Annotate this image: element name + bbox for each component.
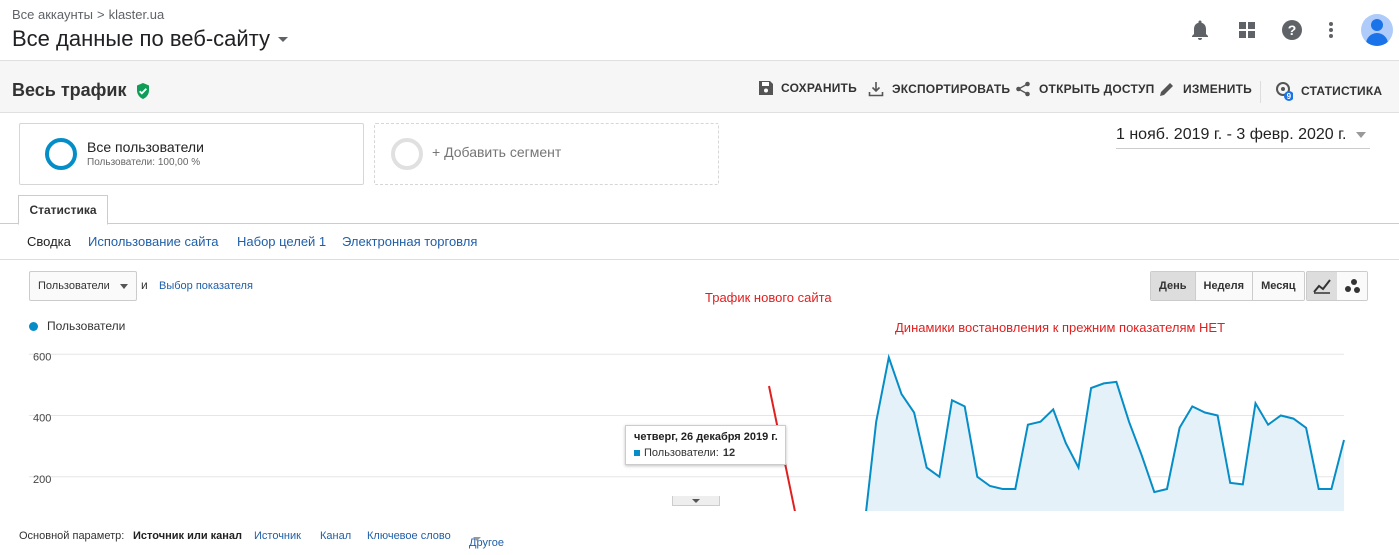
period-month-button[interactable]: Месяц	[1253, 272, 1304, 300]
report-header: Весь трафик СОХРАНИТЬ ЭКСПОРТИРОВАТЬ ОТК…	[0, 61, 1399, 113]
segment-circle-icon	[45, 138, 77, 170]
tooltip-swatch	[634, 450, 640, 456]
avatar	[1361, 14, 1393, 46]
metric-select[interactable]: Пользователи	[29, 271, 137, 301]
y-tick-label: 600	[33, 351, 51, 363]
svg-text:?: ?	[1288, 22, 1297, 38]
chart-tooltip: четверг, 26 декабря 2019 г. Пользователи…	[625, 425, 786, 465]
edit-label: ИЗМЕНИТЬ	[1183, 82, 1252, 96]
save-label: СОХРАНИТЬ	[781, 81, 857, 95]
period-switch: День Неделя Месяц	[1150, 271, 1305, 301]
share-button[interactable]: ОТКРЫТЬ ДОСТУП	[1015, 81, 1155, 97]
chart-toolbar: Пользователи и Выбор показателя День Нед…	[0, 268, 1399, 304]
breadcrumb-separator: >	[96, 7, 105, 22]
breadcrumb-property[interactable]: klaster.ua	[109, 7, 165, 22]
dimension-keyword[interactable]: Ключевое слово	[367, 530, 451, 542]
subnav-site-usage[interactable]: Использование сайта	[88, 234, 219, 249]
tooltip-value: 12	[722, 447, 736, 459]
insights-label: СТАТИСТИКА	[1301, 84, 1383, 98]
share-icon	[1016, 81, 1030, 97]
actions-divider	[1260, 81, 1261, 103]
chart-type-switch	[1306, 271, 1368, 301]
breadcrumb-accounts[interactable]: Все аккаунты	[12, 7, 93, 22]
report-tabs: Статистика	[0, 195, 1399, 225]
annotation-no-recovery: Динамики востановления к прежним показат…	[895, 320, 1226, 335]
tab-overview[interactable]: Статистика	[18, 195, 108, 225]
tooltip-value-row: Пользователи: 12	[634, 447, 735, 459]
legend-swatch	[29, 321, 38, 331]
and-label: и	[141, 278, 148, 292]
more-vert-icon[interactable]	[1313, 12, 1349, 48]
top-bar: Все аккаунты > klaster.ua Все данные по ве…	[0, 0, 1399, 61]
date-range-label: 1 нояб. 2019 г. - 3 февр. 2020 г.	[1116, 126, 1347, 143]
pick-metric-link[interactable]: Выбор показателя	[159, 280, 253, 292]
edit-button[interactable]: ИЗМЕНИТЬ	[1159, 81, 1252, 97]
apps-grid-icon[interactable]	[1229, 12, 1265, 48]
subnav-ecommerce[interactable]: Электронная торговля	[342, 234, 477, 249]
primary-dimension-label: Основной параметр:	[19, 530, 125, 542]
y-tick-label: 200	[33, 474, 51, 486]
view-title: Все данные по веб-сайту	[12, 26, 271, 51]
insights-icon: 9	[1276, 82, 1293, 101]
segment-all-users[interactable]: Все пользователи Пользователи: 100,00 %	[19, 123, 364, 185]
dimension-source-medium: Источник или канал	[133, 530, 243, 542]
segment-placeholder-icon	[391, 138, 423, 170]
view-selector[interactable]: Все данные по веб-сайту	[12, 26, 289, 52]
chevron-down-icon	[1356, 132, 1367, 138]
tooltip-date: четверг, 26 декабря 2019 г.	[634, 431, 778, 443]
users-line-chart[interactable]: 200400600декабрь 2019 г.январь 2020 г.фе…	[0, 331, 1399, 511]
period-week-button[interactable]: Неделя	[1195, 272, 1254, 300]
export-icon	[868, 82, 884, 97]
main-area: Весь трафик СОХРАНИТЬ ЭКСПОРТИРОВАТЬ ОТК…	[0, 61, 1399, 555]
dimension-source[interactable]: Источник	[254, 530, 301, 542]
account-avatar[interactable]	[1359, 12, 1395, 48]
chevron-down-icon	[278, 36, 289, 42]
chart-expand-handle[interactable]	[672, 496, 720, 506]
bubble-chart-icon	[1345, 279, 1360, 293]
period-day-button[interactable]: День	[1151, 272, 1196, 300]
chevron-down-icon	[692, 498, 700, 503]
share-label: ОТКРЫТЬ ДОСТУП	[1039, 82, 1155, 96]
save-button[interactable]: СОХРАНИТЬ	[759, 81, 857, 95]
insights-badge: 9	[1287, 92, 1292, 101]
add-segment-button[interactable]: + Добавить сегмент	[374, 123, 719, 185]
pencil-icon	[1160, 83, 1173, 96]
chevron-down-icon	[473, 537, 481, 541]
bell-icon[interactable]	[1182, 12, 1218, 48]
y-tick-label: 400	[33, 413, 51, 425]
export-button[interactable]: ЭКСПОРТИРОВАТЬ	[868, 81, 1010, 97]
segment-name: Все пользователи	[87, 139, 204, 155]
breadcrumb[interactable]: Все аккаунты > klaster.ua	[12, 7, 164, 22]
report-actions: СОХРАНИТЬ ЭКСПОРТИРОВАТЬ ОТКРЫТЬ ДОСТУП …	[0, 81, 1399, 105]
motion-chart-button[interactable]	[1337, 272, 1367, 300]
subnav-goal-set[interactable]: Набор целей 1	[237, 234, 326, 249]
primary-dimension-bar: Основной параметр: Источник или канал Ис…	[0, 523, 1399, 549]
subnav-summary[interactable]: Сводка	[27, 234, 71, 249]
metric-select-value: Пользователи	[38, 280, 110, 292]
insights-button[interactable]: 9 СТАТИСТИКА	[1275, 81, 1382, 101]
add-segment-label: + Добавить сегмент	[432, 144, 562, 160]
save-icon	[759, 81, 773, 95]
help-icon[interactable]: ?	[1274, 12, 1310, 48]
line-chart-button[interactable]	[1307, 272, 1337, 300]
export-label: ЭКСПОРТИРОВАТЬ	[892, 82, 1011, 96]
tooltip-label: Пользователи:	[644, 447, 719, 459]
chevron-down-icon	[120, 284, 128, 289]
report-panel: Весь трафик СОХРАНИТЬ ЭКСПОРТИРОВАТЬ ОТК…	[0, 61, 1399, 555]
date-range-picker[interactable]: 1 нояб. 2019 г. - 3 февр. 2020 г.	[1116, 126, 1370, 149]
dimension-channel[interactable]: Канал	[320, 530, 351, 542]
line-chart-icon	[1313, 279, 1331, 294]
annotation-new-site: Трафик нового сайта	[705, 290, 832, 305]
explorer-subnav: Сводка Использование сайта Набор целей 1…	[0, 224, 1399, 260]
segment-share: Пользователи: 100,00 %	[87, 157, 201, 168]
